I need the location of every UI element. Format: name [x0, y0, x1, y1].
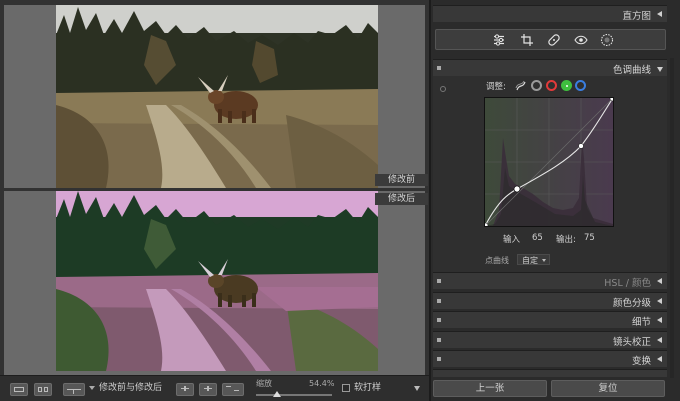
green-channel-button[interactable]: [561, 80, 572, 91]
previous-button[interactable]: 上一张: [433, 380, 547, 397]
collapse-triangle-icon: [657, 11, 662, 17]
point-curve-select[interactable]: 自定: [517, 254, 550, 265]
hsl-color-title: HSL / 颜色: [604, 278, 651, 289]
compare-viewer: 修改前 修改后: [0, 0, 429, 375]
grid-icon-cell: [44, 387, 48, 392]
view-mode-label[interactable]: 修改前与修改后: [99, 382, 162, 395]
after-label: 修改后: [375, 193, 428, 205]
rgb-channel-button[interactable]: [531, 80, 542, 91]
radial-filter-icon[interactable]: [600, 33, 614, 47]
redeye-icon[interactable]: [574, 33, 588, 47]
grid-icon: [38, 387, 42, 392]
grid-view-button[interactable]: [34, 383, 52, 396]
tone-curve-title: 色调曲线: [612, 65, 651, 76]
transform-title: 变换: [631, 356, 651, 367]
compare-view-button[interactable]: [63, 383, 85, 396]
soft-proof-checkbox[interactable]: [342, 384, 350, 392]
arrow-icon-head: [184, 386, 186, 391]
swap-icon-lower: [234, 390, 239, 391]
swap-before-after-button[interactable]: [222, 383, 244, 396]
tone-curve-svg: [485, 98, 613, 226]
compare-yy-icon: [67, 389, 81, 390]
output-value: 75: [584, 233, 595, 243]
zoom-value: 54.4%: [309, 379, 335, 388]
adjust-label: 调整:: [486, 82, 506, 92]
hsl-color-header[interactable]: HSL / 颜色: [433, 272, 667, 289]
panel-scrollbar[interactable]: [670, 58, 674, 378]
loupe-icon: [14, 387, 24, 392]
sliders-icon[interactable]: [492, 33, 506, 47]
histogram-title: 直方图: [622, 11, 651, 22]
output-label: 输出:: [556, 235, 576, 245]
detail-header[interactable]: 细节: [433, 311, 667, 328]
toolbar-menu-chevron-icon[interactable]: [414, 386, 420, 391]
copy-before-to-after-button[interactable]: [176, 383, 194, 396]
swap-icon: [226, 386, 231, 387]
transform-header[interactable]: 变换: [433, 350, 667, 367]
after-photo: [56, 191, 378, 371]
tone-curve-graph[interactable]: [484, 97, 614, 227]
crop-icon[interactable]: [520, 33, 534, 47]
collapse-triangle-icon: [657, 278, 662, 284]
collapse-triangle-icon: [657, 317, 662, 323]
tone-curve-header[interactable]: 色调曲线: [433, 59, 667, 76]
color-grading-title: 颜色分级: [612, 298, 651, 309]
viewer-left-border: [0, 0, 4, 375]
expand-triangle-icon: [657, 67, 663, 72]
copy-after-to-before-button[interactable]: [199, 383, 217, 396]
chevron-down-icon: [542, 259, 546, 262]
panel-switch-icon[interactable]: [437, 357, 441, 361]
collapse-triangle-icon: [657, 298, 662, 304]
loupe-view-button[interactable]: [10, 383, 28, 396]
next-section-header[interactable]: [433, 369, 667, 377]
panel-switch-icon[interactable]: [437, 338, 441, 342]
panel-switch-icon[interactable]: [437, 66, 441, 70]
zoom-label: 缩放: [256, 379, 272, 388]
lens-correction-title: 镜头校正: [612, 337, 651, 348]
arrow-icon-head: [207, 386, 209, 391]
parametric-curve-icon[interactable]: [515, 80, 527, 92]
heal-icon[interactable]: [547, 33, 561, 47]
soft-proof-label: 软打样: [354, 383, 382, 393]
panel-switch-icon[interactable]: [437, 318, 441, 322]
blue-channel-button[interactable]: [575, 80, 586, 91]
input-value: 65: [532, 233, 543, 243]
detail-title: 细节: [631, 317, 651, 328]
reset-button[interactable]: 复位: [551, 380, 665, 397]
tool-strip: [435, 29, 666, 50]
color-grading-header[interactable]: 颜色分级: [433, 292, 667, 309]
input-label: 输入: [503, 235, 521, 245]
compare-yy-icon-stem: [73, 390, 74, 394]
point-curve-value: 自定: [522, 256, 538, 265]
collapse-triangle-icon: [657, 337, 662, 343]
histogram-header[interactable]: 直方图: [433, 5, 667, 22]
panel-switch-icon[interactable]: [437, 279, 441, 283]
collapse-triangle-icon: [657, 356, 662, 362]
before-photo: [56, 5, 378, 188]
selected-dot-icon: [565, 84, 568, 87]
view-mode-dropdown-icon[interactable]: [89, 386, 95, 390]
zoom-slider-track[interactable]: [256, 394, 332, 396]
zoom-slider-handle[interactable]: [273, 391, 281, 397]
panel-switch-icon[interactable]: [437, 299, 441, 303]
lens-correction-header[interactable]: 镜头校正: [433, 331, 667, 348]
red-channel-button[interactable]: [546, 80, 557, 91]
target-adjust-icon[interactable]: [440, 86, 446, 92]
before-label: 修改前: [375, 174, 428, 186]
point-curve-label: 点曲线: [485, 256, 509, 265]
